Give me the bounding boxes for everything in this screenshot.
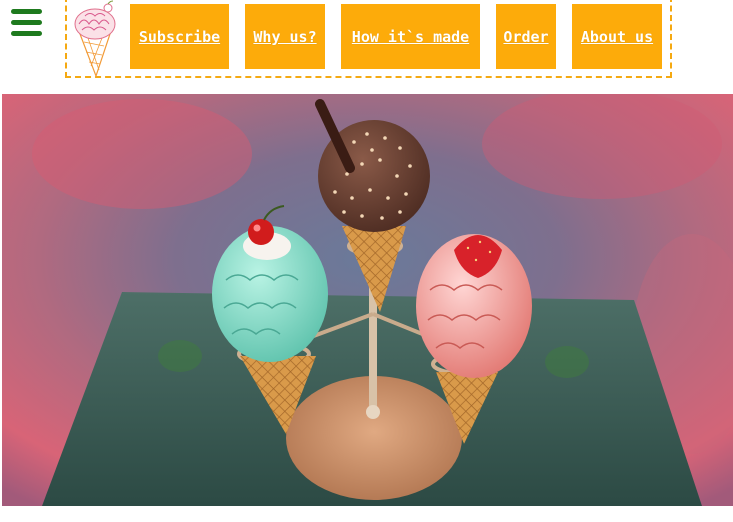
ice-cream-cones-photo [2,94,733,506]
hamburger-bar [11,31,42,36]
hero-image [2,94,733,506]
hamburger-bar [11,9,42,14]
nav-item-why-us[interactable]: Why us? [245,4,325,69]
nav-item-about-us[interactable]: About us [572,4,662,69]
nav-item-order[interactable]: Order [496,4,556,69]
nav-item-how-its-made[interactable]: How it`s made [341,4,480,69]
ice-cream-cone-logo-icon[interactable] [66,0,124,78]
hamburger-bar [11,20,42,25]
nav-item-subscribe[interactable]: Subscribe [130,4,229,69]
hamburger-menu-icon[interactable] [11,9,43,37]
